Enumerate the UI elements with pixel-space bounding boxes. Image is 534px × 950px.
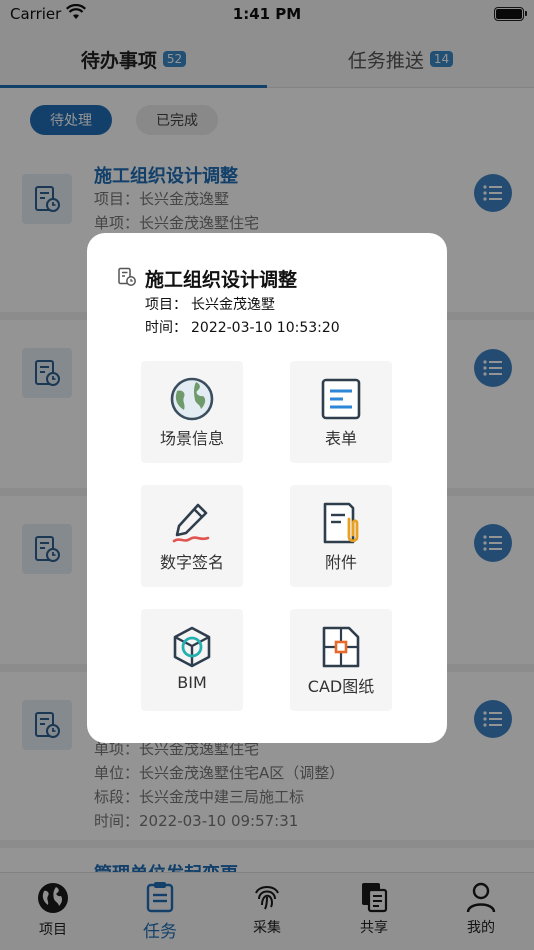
action-label: 表单 <box>324 429 357 448</box>
dialog-project: 项目： 长兴金茂逸墅 <box>145 297 275 313</box>
signature-pen-icon <box>172 503 210 543</box>
task-action-dialog: 施工组织设计调整 项目： 长兴金茂逸墅 时间： 2022-03-10 10:53:2… <box>87 233 447 743</box>
action-label: BIM <box>177 673 207 692</box>
bim-cube-icon <box>173 626 211 668</box>
form-icon <box>321 378 361 420</box>
bim-button[interactable]: BIM <box>141 609 243 711</box>
cad-drawing-icon <box>322 626 360 668</box>
dialog-title: 施工组织设计调整 <box>145 269 298 291</box>
cad-drawing-button[interactable]: CAD图纸 <box>290 609 392 711</box>
task-doc-icon <box>118 267 136 286</box>
attachment-button[interactable]: 附件 <box>290 485 392 587</box>
form-button[interactable]: 表单 <box>290 361 392 463</box>
globe-icon <box>170 377 214 421</box>
attachment-icon <box>323 502 359 544</box>
digital-signature-button[interactable]: 数字签名 <box>141 485 243 587</box>
scene-info-button[interactable]: 场景信息 <box>141 361 243 463</box>
dialog-time: 时间： 2022-03-10 10:53:20 <box>145 320 340 336</box>
action-label: CAD图纸 <box>307 677 375 696</box>
action-label: 附件 <box>324 553 357 572</box>
action-label: 场景信息 <box>159 429 224 448</box>
action-label: 数字签名 <box>159 553 224 572</box>
